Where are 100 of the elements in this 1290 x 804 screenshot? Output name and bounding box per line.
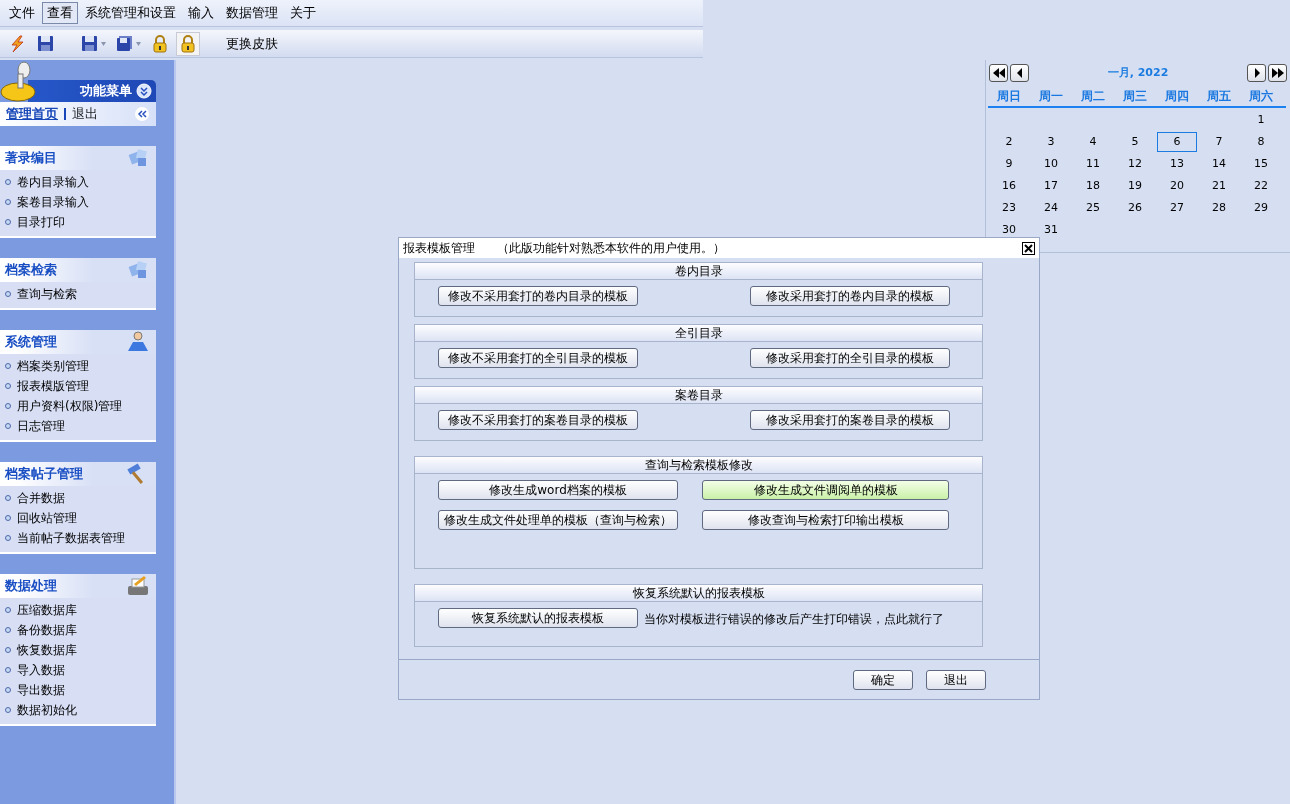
template-button[interactable]: 修改生成word档案的模板 [438, 480, 678, 500]
sidebar-item[interactable]: 案卷目录输入 [0, 192, 156, 212]
calendar-day[interactable]: 19 [1115, 176, 1155, 196]
dialog-button[interactable]: 确定 [853, 669, 913, 690]
menu-title: 功能菜单 [80, 82, 132, 101]
calendar-day[interactable]: 25 [1073, 198, 1113, 218]
sidebar-item[interactable]: 合并数据 [0, 488, 156, 508]
calendar-day[interactable]: 8 [1241, 132, 1281, 152]
group-header: 全引目录 [415, 325, 982, 342]
calendar-day[interactable]: 7 [1199, 132, 1239, 152]
calendar-day[interactable]: 24 [1031, 198, 1071, 218]
group-header: 案卷目录 [415, 387, 982, 404]
menu-item[interactable]: 关于 [285, 2, 321, 24]
calendar-day[interactable]: 31 [1031, 220, 1071, 240]
close-icon [1024, 243, 1033, 253]
sidebar-item[interactable]: 导入数据 [0, 660, 156, 680]
calendar-day[interactable]: 3 [1031, 132, 1071, 152]
template-button[interactable]: 修改采用套打的全引目录的模板 [750, 348, 950, 368]
calendar-day[interactable]: 16 [989, 176, 1029, 196]
menu-item[interactable]: 文件 [4, 2, 40, 24]
arrow-icon [1271, 68, 1284, 78]
weekday-label: 周四 [1164, 88, 1190, 105]
template-button[interactable]: 修改采用套打的卷内目录的模板 [750, 286, 950, 306]
calendar-day[interactable]: 9 [989, 154, 1029, 174]
template-button[interactable]: 恢复系统默认的报表模板 [438, 608, 638, 628]
calendar-day[interactable]: 13 [1157, 154, 1197, 174]
calendar-day[interactable]: 12 [1115, 154, 1155, 174]
calendar-day[interactable]: 17 [1031, 176, 1071, 196]
calendar-day[interactable]: 18 [1073, 176, 1113, 196]
sidebar-item[interactable]: 用户资料(权限)管理 [0, 396, 156, 416]
logout-link[interactable]: 退出 [72, 104, 98, 124]
menu-item[interactable]: 系统管理和设置 [80, 2, 181, 24]
sidebar-item[interactable]: 卷内目录输入 [0, 172, 156, 192]
calendar-day[interactable]: 22 [1241, 176, 1281, 196]
sidebar-item[interactable]: 日志管理 [0, 416, 156, 436]
template-button[interactable]: 修改查询与检索打印输出模板 [702, 510, 949, 530]
menu-item[interactable]: 查看 [42, 2, 78, 24]
sidebar-item[interactable]: 备份数据库 [0, 620, 156, 640]
template-button[interactable]: 修改不采用套打的卷内目录的模板 [438, 286, 638, 306]
weekday-label: 周六 [1248, 88, 1274, 105]
caret-icon [101, 41, 106, 46]
calendar-day[interactable]: 27 [1157, 198, 1197, 218]
calendar-day[interactable]: 15 [1241, 154, 1281, 174]
template-button[interactable]: 修改不采用套打的案卷目录的模板 [438, 410, 638, 430]
sidebar-item[interactable]: 报表模版管理 [0, 376, 156, 396]
group-header: 查询与检索模板修改 [415, 457, 982, 474]
sidebar-item[interactable]: 恢复数据库 [0, 640, 156, 660]
calendar-day[interactable]: 26 [1115, 198, 1155, 218]
toolbar-button[interactable]: 更换皮肤 [222, 31, 282, 56]
dialog-note: （此版功能针对熟悉本软件的用户使用。） [497, 240, 725, 257]
previous-year-button[interactable] [989, 64, 1008, 82]
collapse-icon [136, 83, 152, 99]
sidebar-item[interactable]: 当前帖子数据表管理 [0, 528, 156, 548]
section-title: 系统管理 [5, 333, 57, 352]
template-button[interactable]: 修改不采用套打的全引目录的模板 [438, 348, 638, 368]
padlock-icon [151, 34, 169, 53]
next-year-button[interactable] [1268, 64, 1287, 82]
previous-month-button[interactable] [1010, 64, 1029, 82]
calendar-day[interactable]: 2 [989, 132, 1029, 152]
sidebar-item[interactable]: 压缩数据库 [0, 600, 156, 620]
section-title: 档案帖子管理 [5, 465, 83, 484]
template-button[interactable]: 修改生成文件调阅单的模板 [702, 480, 949, 500]
month-label: 一月, 2022 [1106, 64, 1170, 81]
calendar-day[interactable]: 1 [1241, 110, 1281, 130]
weekday-label: 周日 [996, 88, 1022, 105]
next-month-button[interactable] [1247, 64, 1266, 82]
calendar-day[interactable]: 29 [1241, 198, 1281, 218]
sidebar-item[interactable]: 目录打印 [0, 212, 156, 232]
weekday-label: 周一 [1038, 88, 1064, 105]
calendar-day[interactable]: 28 [1199, 198, 1239, 218]
sidebar-item[interactable]: 回收站管理 [0, 508, 156, 528]
hint-text: 当你对模板进行错误的修改后产生打印错误，点此就行了 [644, 611, 945, 628]
menu-item[interactable]: 输入 [183, 2, 219, 24]
calendar-day[interactable]: 4 [1073, 132, 1113, 152]
floppy-disks-icon [116, 34, 134, 53]
weekday-label: 周五 [1206, 88, 1232, 105]
home-link[interactable]: 管理首页 [6, 104, 58, 124]
caret-icon [136, 41, 141, 46]
sidebar-item[interactable]: 查询与检索 [0, 284, 156, 304]
template-button[interactable]: 修改生成文件处理单的模板（查询与检索） [438, 510, 678, 530]
calendar-day[interactable]: 20 [1157, 176, 1197, 196]
section-title: 数据处理 [5, 577, 57, 596]
toolbar-button[interactable] [176, 31, 200, 56]
menu-item[interactable]: 数据管理 [221, 2, 283, 24]
calendar-day[interactable]: 30 [989, 220, 1029, 240]
sidebar-item[interactable]: 数据初始化 [0, 700, 156, 720]
calendar-day[interactable]: 21 [1199, 176, 1239, 196]
cubes-icon [126, 259, 150, 281]
arrow-icon [992, 68, 1005, 78]
dialog-button[interactable]: 退出 [926, 669, 986, 690]
calendar-day[interactable]: 6 [1157, 132, 1197, 152]
calendar-day[interactable]: 23 [989, 198, 1029, 218]
calendar-day[interactable]: 10 [1031, 154, 1071, 174]
sidebar-item[interactable]: 档案类别管理 [0, 356, 156, 376]
calendar-day[interactable]: 14 [1199, 154, 1239, 174]
close-button[interactable] [1022, 241, 1035, 255]
calendar-day[interactable]: 11 [1073, 154, 1113, 174]
template-button[interactable]: 修改采用套打的案卷目录的模板 [750, 410, 950, 430]
calendar-day[interactable]: 5 [1115, 132, 1155, 152]
sidebar-item[interactable]: 导出数据 [0, 680, 156, 700]
